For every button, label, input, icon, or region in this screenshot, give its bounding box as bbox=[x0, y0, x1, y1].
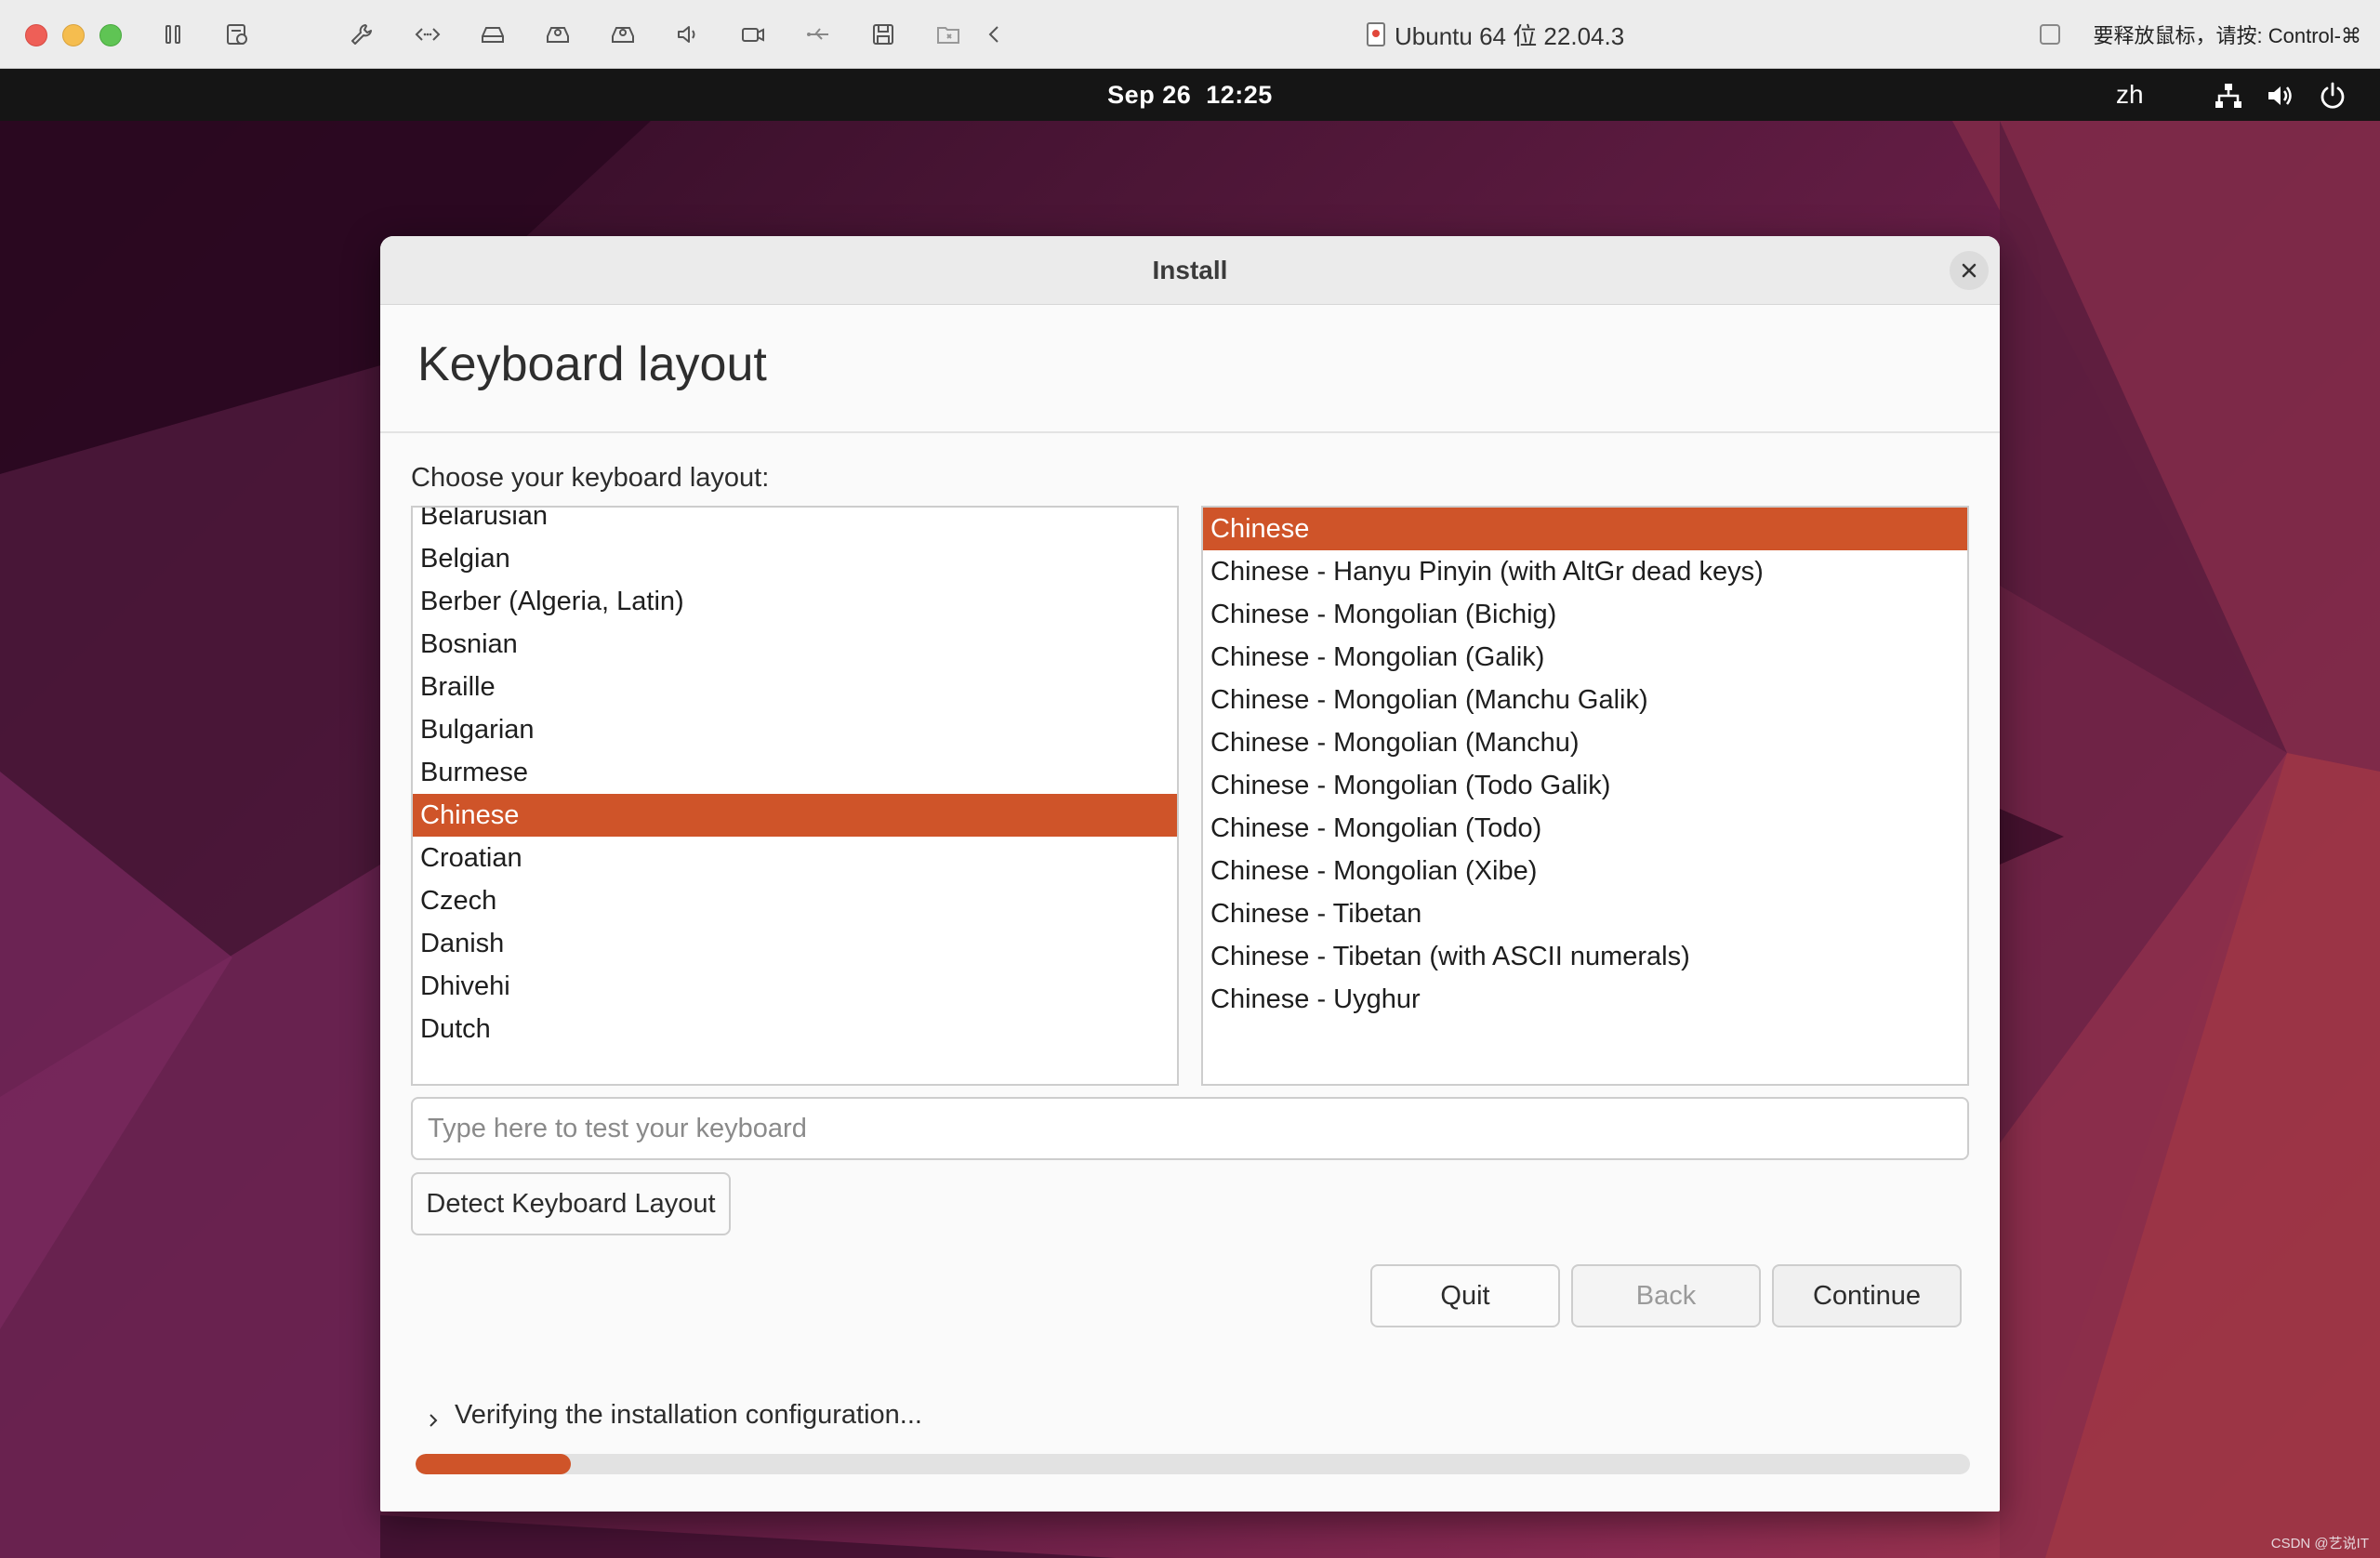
install-dialog: Install Keyboard layout Choose your keyb… bbox=[380, 236, 2000, 1512]
date-time-menu[interactable]: Sep 26 12:25 bbox=[1107, 81, 1273, 109]
list-item[interactable]: Chinese - Mongolian (Galik) bbox=[1203, 636, 1967, 679]
camera-icon[interactable] bbox=[735, 17, 771, 52]
list-item[interactable]: Bosnian bbox=[413, 623, 1177, 666]
close-icon bbox=[1962, 263, 1977, 278]
dialog-title-text: Install bbox=[1152, 256, 1228, 284]
date-label: Sep 26 bbox=[1107, 81, 1192, 109]
clock: Sep 26 12:25 bbox=[0, 69, 2380, 121]
list-item[interactable]: Chinese - Tibetan bbox=[1203, 892, 1967, 935]
list-item[interactable]: Chinese - Mongolian (Bichig) bbox=[1203, 593, 1967, 636]
progress-fill bbox=[416, 1454, 572, 1474]
back-button[interactable]: Back bbox=[1571, 1264, 1761, 1327]
list-item[interactable]: Chinese bbox=[1203, 508, 1967, 550]
list-item[interactable]: Dhivehi bbox=[413, 965, 1177, 1008]
time-label: 12:25 bbox=[1206, 81, 1273, 109]
list-item[interactable]: Czech bbox=[413, 879, 1177, 922]
list-item[interactable]: Chinese - Mongolian (Todo) bbox=[1203, 807, 1967, 850]
watermark: CSDN @艺说IT bbox=[2270, 1536, 2369, 1551]
vm-title-bar: Ubuntu 64 位 22.04.3 要释放鼠标，请按: Control-⌘ bbox=[0, 0, 2380, 69]
list-item[interactable]: Dutch bbox=[413, 1008, 1177, 1050]
install-progress-bar bbox=[416, 1454, 1970, 1474]
list-item[interactable]: Croatian bbox=[413, 837, 1177, 879]
list-item[interactable]: Bulgarian bbox=[413, 708, 1177, 751]
divider bbox=[380, 431, 2000, 433]
list-item[interactable]: Chinese - Tibetan (with ASCII numerals) bbox=[1203, 935, 1967, 978]
restore-window-icon[interactable] bbox=[2039, 24, 2060, 45]
dialog-header: Install bbox=[380, 236, 2000, 305]
release-mouse-hint: 要释放鼠标，请按: Control-⌘ bbox=[2039, 0, 2361, 69]
optical-drive-icon[interactable] bbox=[540, 17, 575, 52]
chevron-left-icon[interactable] bbox=[977, 17, 1012, 52]
status-expander[interactable]: Verifying the installation configuration… bbox=[423, 1400, 922, 1431]
hard-disk-icon[interactable] bbox=[475, 17, 510, 52]
list-item[interactable]: Chinese - Uyghur bbox=[1203, 978, 1967, 1021]
dialog-title: Install bbox=[380, 236, 2000, 305]
list-item[interactable]: Belarusian bbox=[413, 508, 1177, 537]
status-text: Verifying the installation configuration… bbox=[455, 1400, 922, 1430]
disk-icon[interactable] bbox=[605, 17, 641, 52]
list-item[interactable]: Braille bbox=[413, 666, 1177, 708]
list-item[interactable]: Chinese - Mongolian (Manchu) bbox=[1203, 721, 1967, 764]
layout-list-items: Belarusian Belgian Berber (Algeria, Latin)… bbox=[413, 508, 1177, 1050]
pause-icon[interactable] bbox=[155, 17, 191, 52]
list-item[interactable]: Berber (Algeria, Latin) bbox=[413, 580, 1177, 623]
close-dialog-button[interactable] bbox=[1950, 251, 1989, 290]
volume-icon[interactable] bbox=[2265, 80, 2296, 112]
list-item[interactable]: Chinese - Mongolian (Todo Galik) bbox=[1203, 764, 1967, 807]
variant-list-items: Chinese Chinese - Hanyu Pinyin (with AltG… bbox=[1203, 508, 1967, 1021]
wrench-icon[interactable] bbox=[344, 17, 379, 52]
document-icon bbox=[1367, 22, 1385, 46]
list-item[interactable]: Belgian bbox=[413, 537, 1177, 580]
close-window-button[interactable] bbox=[25, 24, 47, 46]
list-item[interactable]: Chinese - Hanyu Pinyin (with AltGr dead … bbox=[1203, 550, 1967, 593]
ubuntu-top-panel: Sep 26 12:25 zh bbox=[0, 69, 2380, 121]
detect-keyboard-layout-button[interactable]: Detect Keyboard Layout bbox=[411, 1172, 731, 1235]
power-icon[interactable] bbox=[2317, 80, 2348, 112]
quit-button[interactable]: Quit bbox=[1370, 1264, 1560, 1327]
code-icon[interactable] bbox=[410, 17, 445, 52]
snapshot-icon[interactable] bbox=[219, 17, 255, 52]
list-item[interactable]: Burmese bbox=[413, 751, 1177, 794]
list-item[interactable]: Chinese - Mongolian (Manchu Galik) bbox=[1203, 679, 1967, 721]
floppy-icon[interactable] bbox=[866, 17, 901, 52]
list-item[interactable]: Chinese bbox=[413, 794, 1177, 837]
list-item[interactable]: Chinese - Mongolian (Xibe) bbox=[1203, 850, 1967, 892]
continue-button[interactable]: Continue bbox=[1772, 1264, 1962, 1327]
input-language-indicator[interactable]: zh bbox=[2116, 69, 2144, 121]
layout-list[interactable]: Belarusian Belgian Berber (Algeria, Latin)… bbox=[411, 506, 1179, 1086]
list-item[interactable]: Danish bbox=[413, 922, 1177, 965]
variant-list[interactable]: Chinese Chinese - Hanyu Pinyin (with AltG… bbox=[1201, 506, 1969, 1086]
zoom-window-button[interactable] bbox=[99, 24, 122, 46]
minimize-window-button[interactable] bbox=[62, 24, 85, 46]
sound-icon[interactable] bbox=[670, 17, 706, 52]
shared-folder-icon[interactable] bbox=[931, 17, 966, 52]
vm-window-title: Ubuntu 64 位 22.04.3 bbox=[1367, 0, 1624, 69]
choose-layout-label: Choose your keyboard layout: bbox=[411, 463, 770, 493]
page-title: Keyboard layout bbox=[417, 337, 767, 391]
chevron-right-icon bbox=[430, 1413, 438, 1427]
keyboard-test-input[interactable] bbox=[411, 1097, 1969, 1160]
network-icon[interactable] bbox=[2213, 80, 2244, 112]
usb-icon[interactable] bbox=[800, 17, 836, 52]
